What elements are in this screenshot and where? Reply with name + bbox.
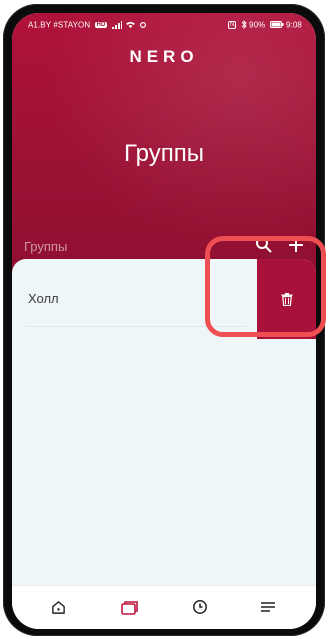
bottom-nav [12,585,316,629]
hd-badge: HD [94,21,108,28]
battery-icon [269,21,284,29]
clock-icon [193,600,207,614]
clock-time: 9:08 [286,20,302,30]
nfc-indicator: N [227,20,237,29]
section-label: Группы [24,239,68,254]
nav-history[interactable] [188,596,212,618]
brand-logo: NERO [129,47,199,66]
status-left: A1.BY #STAYON HD [28,20,147,29]
settings-status-icon [140,21,147,28]
menu-icon [261,602,275,612]
nav-groups[interactable] [117,596,141,618]
groups-icon [120,600,138,615]
battery-percent: 90% [249,20,266,30]
home-icon [51,600,65,614]
signal-icon [111,20,122,29]
status-bar: A1.BY #STAYON HD N 90% 9:08 [12,18,316,32]
bluetooth-icon [241,20,247,30]
status-right: N 90% 9:08 [227,20,302,30]
nav-menu[interactable] [256,596,280,618]
group-name: Холл [28,291,59,306]
page-title: Группы [124,140,204,167]
nav-home[interactable] [46,596,70,618]
carrier-label: A1.BY #STAYON [28,20,91,30]
wifi-icon [126,21,136,29]
highlight-box [205,236,326,337]
